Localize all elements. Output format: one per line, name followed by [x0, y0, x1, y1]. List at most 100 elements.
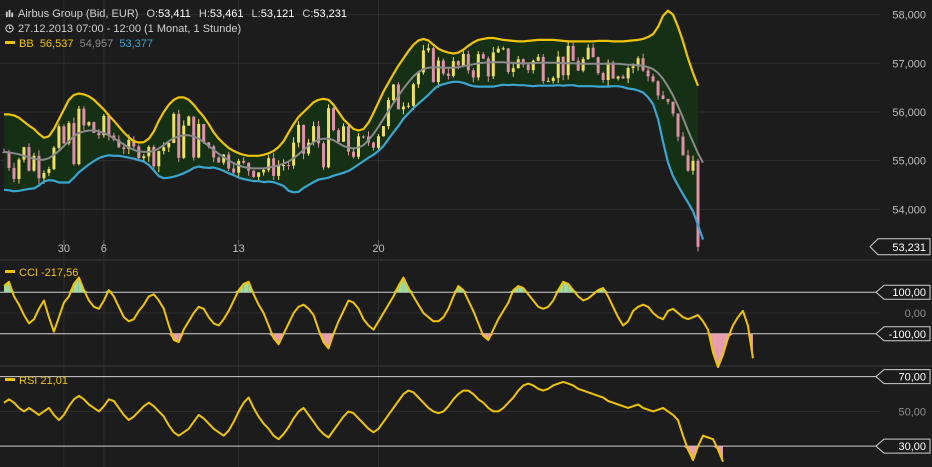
candle-up[interactable]: [631, 66, 635, 69]
candle-down[interactable]: [561, 56, 565, 76]
candle-down[interactable]: [107, 115, 111, 136]
candle-down[interactable]: [287, 165, 291, 167]
candle-down[interactable]: [576, 60, 580, 71]
candle-down[interactable]: [596, 57, 600, 74]
candle-down[interactable]: [446, 73, 450, 76]
candle-up[interactable]: [536, 56, 540, 61]
candle-up[interactable]: [501, 48, 505, 50]
candle-up[interactable]: [312, 126, 316, 143]
candle-up[interactable]: [476, 54, 480, 78]
bb-legend[interactable]: BB 56,537 54,957 53,377: [5, 38, 153, 51]
candle-down[interactable]: [671, 101, 675, 114]
candle-down[interactable]: [82, 108, 86, 126]
candle-up[interactable]: [401, 106, 405, 110]
candle-down[interactable]: [481, 54, 485, 59]
candle-up[interactable]: [436, 60, 440, 83]
candle-up[interactable]: [257, 172, 261, 177]
candle-down[interactable]: [351, 151, 355, 157]
candle-up[interactable]: [426, 48, 430, 51]
candle-down[interactable]: [656, 81, 660, 96]
candle-down[interactable]: [486, 58, 490, 77]
candle-down[interactable]: [641, 58, 645, 71]
candle-up[interactable]: [581, 59, 585, 71]
candle-up[interactable]: [22, 147, 26, 160]
candle-up[interactable]: [496, 48, 500, 53]
candle-up[interactable]: [531, 60, 535, 71]
candle-up[interactable]: [551, 77, 555, 81]
candle-up[interactable]: [406, 105, 410, 107]
rsi-legend[interactable]: RSI 21,01: [5, 375, 68, 388]
candle-down[interactable]: [122, 147, 126, 150]
candle-up[interactable]: [292, 142, 296, 166]
candle-down[interactable]: [661, 95, 665, 99]
candle-up[interactable]: [282, 165, 286, 167]
candle-up[interactable]: [187, 116, 191, 126]
candle-up[interactable]: [511, 68, 515, 72]
candle-up[interactable]: [182, 125, 186, 158]
candle-up[interactable]: [167, 142, 171, 148]
candle-up[interactable]: [586, 47, 590, 60]
candle-up[interactable]: [197, 124, 201, 158]
candle-down[interactable]: [332, 108, 336, 131]
candle-down[interactable]: [621, 76, 625, 79]
candle-down[interactable]: [252, 170, 256, 177]
candle-up[interactable]: [606, 62, 610, 80]
candle-down[interactable]: [456, 61, 460, 66]
candle-up[interactable]: [57, 126, 61, 148]
candle-down[interactable]: [506, 48, 510, 72]
candle-down[interactable]: [591, 47, 595, 58]
candle-up[interactable]: [461, 53, 465, 66]
candle-up[interactable]: [42, 172, 46, 179]
candle-up[interactable]: [77, 108, 81, 165]
candle-up[interactable]: [491, 52, 495, 77]
candle-down[interactable]: [571, 45, 575, 61]
candle-down[interactable]: [681, 136, 685, 156]
candle-up[interactable]: [391, 84, 395, 101]
candle-down[interactable]: [232, 168, 236, 173]
candle-up[interactable]: [162, 147, 166, 152]
candle-down[interactable]: [12, 167, 16, 179]
candle-down[interactable]: [431, 48, 435, 83]
candle-down[interactable]: [696, 160, 700, 247]
candle-down[interactable]: [686, 155, 690, 171]
candle-up[interactable]: [47, 169, 51, 173]
candle-down[interactable]: [676, 113, 680, 137]
candle-up[interactable]: [277, 165, 281, 176]
candle-down[interactable]: [646, 70, 650, 77]
candle-down[interactable]: [27, 147, 31, 171]
candle-down[interactable]: [666, 98, 670, 102]
candle-down[interactable]: [217, 157, 221, 163]
candle-down[interactable]: [526, 64, 530, 71]
candle-down[interactable]: [97, 132, 101, 136]
candle-up[interactable]: [376, 136, 380, 148]
candle-up[interactable]: [262, 169, 266, 173]
candle-up[interactable]: [616, 76, 620, 79]
candle-down[interactable]: [72, 123, 76, 165]
candle-up[interactable]: [626, 68, 630, 79]
candle-down[interactable]: [541, 56, 545, 82]
candle-up[interactable]: [52, 147, 56, 170]
candle-up[interactable]: [411, 84, 415, 106]
candle-down[interactable]: [611, 62, 615, 79]
candle-up[interactable]: [87, 122, 91, 126]
candle-down[interactable]: [62, 126, 66, 144]
candle-up[interactable]: [157, 151, 161, 167]
candle-up[interactable]: [142, 156, 146, 159]
candle-down[interactable]: [7, 152, 11, 168]
candle-down[interactable]: [337, 130, 341, 142]
candle-up[interactable]: [566, 45, 570, 76]
candle-down[interactable]: [371, 142, 375, 148]
candle-down[interactable]: [601, 73, 605, 80]
candle-down[interactable]: [361, 136, 365, 138]
candle-down[interactable]: [471, 70, 475, 78]
candle-up[interactable]: [297, 124, 301, 143]
candle-up[interactable]: [546, 80, 550, 82]
candle-up[interactable]: [691, 160, 695, 171]
candle-up[interactable]: [17, 159, 21, 179]
candle-down[interactable]: [322, 143, 326, 168]
candle-up[interactable]: [381, 126, 385, 137]
cci-legend[interactable]: CCI -217,56: [5, 267, 78, 280]
candle-up[interactable]: [556, 56, 560, 78]
candle-down[interactable]: [651, 76, 655, 82]
candle-down[interactable]: [466, 53, 470, 71]
